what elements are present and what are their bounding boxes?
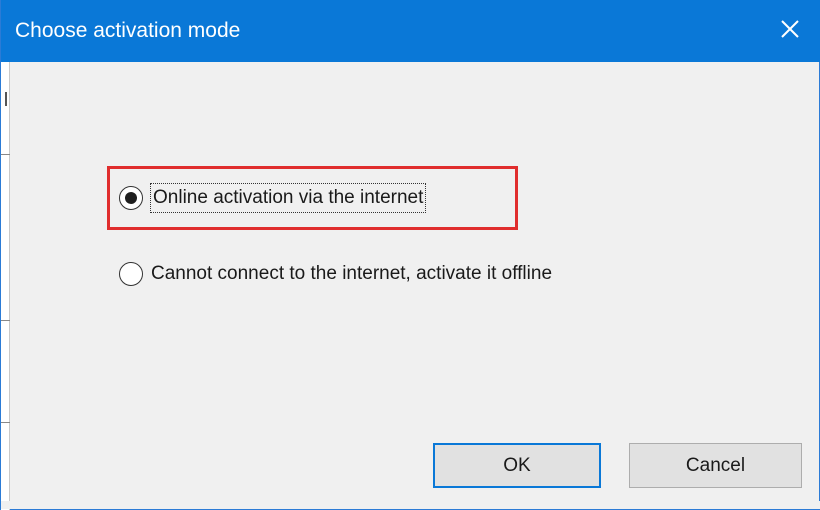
- cancel-button[interactable]: Cancel: [629, 443, 802, 488]
- radio-selected-dot: [125, 192, 137, 204]
- dialog-bottom-edge: [1, 501, 820, 509]
- activation-dialog: Choose activation mode Online activation…: [0, 0, 820, 510]
- close-button[interactable]: [759, 0, 820, 62]
- option-online-activation[interactable]: Online activation via the internet: [119, 183, 427, 213]
- radio-button-online[interactable]: [119, 186, 143, 210]
- ok-button[interactable]: OK: [433, 443, 601, 488]
- option-offline-activation[interactable]: Cannot connect to the internet, activate…: [119, 260, 552, 288]
- background-window-edge: [1, 62, 10, 510]
- title-bar[interactable]: Choose activation mode: [1, 0, 820, 62]
- radio-button-offline[interactable]: [119, 262, 143, 286]
- option-offline-label: Cannot connect to the internet, activate…: [151, 263, 553, 284]
- dialog-title: Choose activation mode: [15, 19, 241, 42]
- close-icon: [780, 19, 800, 44]
- option-online-label: Online activation via the internet: [149, 183, 427, 213]
